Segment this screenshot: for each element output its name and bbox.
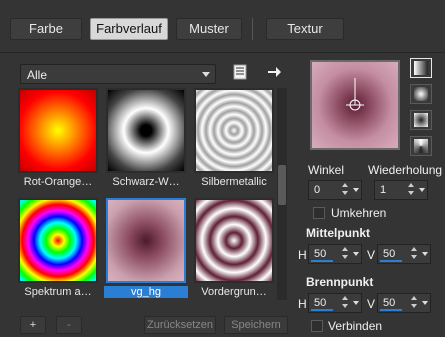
- tab-textur[interactable]: Textur: [266, 18, 344, 40]
- invert-label: Umkehren: [331, 206, 387, 220]
- remove-button[interactable]: -: [56, 316, 82, 334]
- focus-heading: Brennpunkt: [306, 275, 374, 289]
- linear-gradient-style-button[interactable]: [410, 58, 432, 78]
- gradient-label: Rot-Orange…: [23, 176, 93, 188]
- focus-v-input[interactable]: 50: [377, 293, 431, 313]
- gradient-thumb-schwarz-weiss[interactable]: Schwarz-W…: [106, 88, 186, 188]
- arrow-right-icon[interactable]: [267, 66, 281, 78]
- linear-style-icon: [414, 61, 428, 75]
- link-checkbox[interactable]: [311, 320, 323, 332]
- radial-gradient-style-button[interactable]: [410, 84, 432, 104]
- gradient-label: vg_hg: [104, 286, 188, 298]
- gradient-thumb-rot-orange[interactable]: Rot-Orange…: [18, 88, 98, 188]
- focus-h-input[interactable]: 50: [308, 293, 362, 313]
- gradient-swatch: [194, 198, 274, 283]
- focus-h-stepper[interactable]: [341, 295, 349, 311]
- gradient-swatch: [194, 88, 274, 173]
- chevron-down-icon[interactable]: [422, 301, 428, 305]
- repeat-stepper[interactable]: [407, 182, 415, 198]
- link-label: Verbinden: [328, 319, 383, 333]
- chevron-down-icon[interactable]: [422, 252, 428, 256]
- center-v-slider[interactable]: [380, 260, 402, 262]
- center-v-stepper[interactable]: [410, 246, 418, 262]
- rectangular-style-icon: [414, 113, 428, 127]
- center-h-slider[interactable]: [311, 260, 333, 262]
- chevron-down-icon[interactable]: [353, 188, 359, 192]
- angle-stepper[interactable]: [341, 182, 349, 198]
- gradient-thumb-vordergrund[interactable]: Vordergrun…: [194, 198, 274, 298]
- repeat-value: 1: [380, 184, 387, 196]
- focus-h-slider[interactable]: [311, 309, 333, 311]
- center-v-value: 50: [383, 248, 396, 260]
- angle-input[interactable]: 0: [308, 180, 362, 200]
- tab-farbe[interactable]: Farbe: [10, 18, 82, 40]
- gradient-preview[interactable]: [310, 60, 400, 150]
- center-h-label: H: [298, 248, 307, 262]
- gradient-gallery: Rot-Orange… Schwarz-W… Silbermetallic Sp…: [18, 88, 276, 300]
- chevron-down-icon[interactable]: [419, 188, 425, 192]
- save-button[interactable]: Speichern: [224, 316, 288, 334]
- center-v-label: V: [367, 248, 376, 262]
- chevron-down-icon[interactable]: [353, 301, 359, 305]
- gradient-label: Schwarz-W…: [112, 176, 180, 188]
- sunburst-gradient-style-button[interactable]: [410, 136, 432, 156]
- focus-v-label: V: [367, 297, 376, 311]
- gradient-label: Silbermetallic: [201, 176, 267, 188]
- focus-h-value: 50: [314, 297, 327, 309]
- repeat-input[interactable]: 1: [374, 180, 428, 200]
- focus-h-label: H: [298, 297, 307, 311]
- repeat-label: Wiederholung: [368, 163, 443, 177]
- tab-muster[interactable]: Muster: [176, 18, 242, 40]
- focus-v-slider[interactable]: [380, 309, 402, 311]
- library-list-icon[interactable]: [232, 64, 248, 80]
- center-h-value: 50: [314, 248, 327, 260]
- center-v-input[interactable]: 50: [377, 244, 431, 264]
- gradient-label: Vordergrun…: [201, 286, 267, 298]
- reset-button[interactable]: Zurücksetzen: [144, 316, 216, 334]
- focus-v-value: 50: [383, 297, 396, 309]
- invert-checkbox[interactable]: [313, 207, 325, 219]
- gradient-swatch: [18, 198, 98, 283]
- center-crosshair-icon[interactable]: [312, 62, 398, 148]
- gradient-swatch: [18, 88, 98, 173]
- tab-separator: [252, 18, 253, 40]
- radial-style-icon: [414, 87, 428, 101]
- category-dropdown-value: Alle: [27, 68, 48, 82]
- tab-farbverlauf[interactable]: Farbverlauf: [90, 18, 168, 40]
- gradient-thumb-vg-hg[interactable]: vg_hg: [104, 198, 188, 298]
- gradient-label: Spektrum a…: [24, 286, 92, 298]
- gradient-thumb-spektrum[interactable]: Spektrum a…: [18, 198, 98, 298]
- chevron-down-icon: [202, 72, 210, 77]
- gallery-scrollbar-thumb[interactable]: [278, 165, 286, 205]
- focus-v-stepper[interactable]: [410, 295, 418, 311]
- angle-label: Winkel: [308, 163, 345, 177]
- angle-value: 0: [314, 184, 321, 196]
- gradient-thumb-silbermetallic[interactable]: Silbermetallic: [194, 88, 274, 188]
- center-h-input[interactable]: 50: [308, 244, 362, 264]
- divider: [0, 52, 445, 53]
- center-heading: Mittelpunkt: [306, 226, 370, 240]
- tab-bar: Farbe Farbverlauf Muster Textur: [0, 0, 445, 50]
- category-dropdown[interactable]: Alle: [20, 64, 216, 84]
- rectangular-gradient-style-button[interactable]: [410, 110, 432, 130]
- center-h-stepper[interactable]: [341, 246, 349, 262]
- gradient-swatch: [106, 198, 186, 283]
- sunburst-style-icon: [414, 139, 428, 153]
- add-button[interactable]: +: [20, 316, 46, 334]
- gradient-swatch: [106, 88, 186, 173]
- chevron-down-icon[interactable]: [353, 252, 359, 256]
